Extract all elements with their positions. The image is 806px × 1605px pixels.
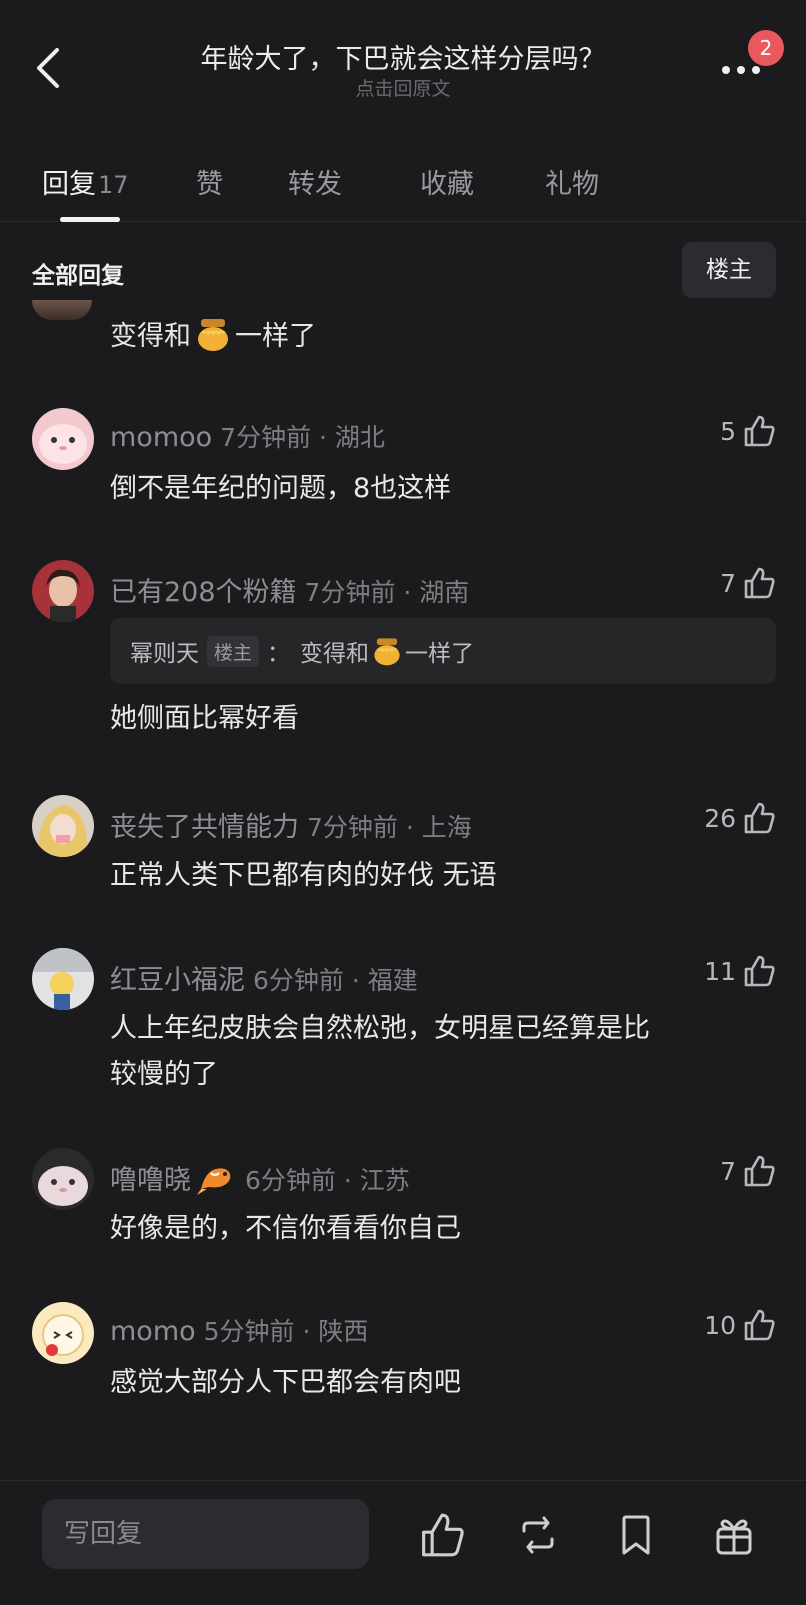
like-icon[interactable] — [418, 1511, 466, 1559]
quote-separator: ： — [267, 641, 291, 667]
username[interactable]: 已有208个粉籍 — [110, 577, 297, 608]
tab-reposts[interactable]: 转发 — [288, 162, 342, 201]
tab-bar: 回复17 赞 转发 收藏 礼物 — [0, 150, 806, 222]
timestamp-location: 6分钟前 · 福建 — [253, 966, 418, 995]
all-replies-label[interactable]: 全部回复 — [32, 256, 124, 290]
like-button[interactable]: 26 — [704, 801, 776, 835]
comment-text: 她侧面比幂好看 — [110, 703, 299, 734]
timestamp-location: 5分钟前 · 陕西 — [203, 1317, 369, 1346]
active-tab-indicator — [60, 217, 120, 222]
tab-gifts[interactable]: 礼物 — [545, 162, 599, 201]
username[interactable]: 丧失了共情能力 — [110, 812, 299, 843]
username[interactable]: momo — [110, 1316, 196, 1347]
thumbs-up-icon — [744, 415, 775, 447]
notification-badge[interactable]: 2 — [748, 30, 784, 66]
like-count: 10 — [704, 1310, 736, 1340]
tab-replies[interactable]: 回复17 — [42, 162, 129, 201]
comment-meta: 丧失了共情能力 7分钟前 · 上海 — [110, 805, 472, 844]
avatar[interactable] — [32, 408, 94, 470]
avatar[interactable] — [32, 560, 94, 622]
honey-pot-icon — [374, 638, 400, 666]
comment-text: 倒不是年纪的问题，8也这样 — [110, 473, 452, 504]
quoted-username: 幂则天 — [130, 641, 199, 667]
like-button[interactable]: 7 — [720, 1154, 776, 1188]
more-dots-icon — [722, 66, 760, 74]
like-count: 7 — [720, 1156, 736, 1186]
comment-meta: momo 5分钟前 · 陕西 — [110, 1312, 368, 1348]
comment-list: 变得和 一样了 momoo 7分钟前 · 湖北 5 倒不是年纪的问题，8也这样 已有… — [0, 300, 806, 1480]
like-count: 11 — [704, 956, 736, 986]
repost-icon[interactable] — [514, 1511, 562, 1559]
avatar[interactable] — [32, 795, 94, 857]
thumbs-up-icon — [744, 802, 775, 834]
timestamp-location: 7分钟前 · 湖南 — [304, 578, 470, 607]
comment-text: 感觉大部分人下巴都会有肉吧 — [110, 1367, 461, 1398]
username[interactable]: 红豆小福泥 — [110, 965, 245, 996]
page-title: 年龄大了，下巴就会这样分层吗？ — [200, 44, 606, 75]
like-button[interactable]: 5 — [720, 414, 776, 448]
bookmark-icon[interactable] — [612, 1511, 660, 1559]
timestamp-location: 7分钟前 · 上海 — [307, 813, 472, 842]
poster-only-filter-button[interactable]: 楼主 — [682, 242, 776, 298]
username[interactable]: 噜噜晓 — [110, 1165, 191, 1196]
quoted-reply[interactable]: 幂则天 楼主 ： 变得和 一样了 — [110, 618, 776, 684]
reply-input[interactable]: 写回复 — [42, 1499, 369, 1569]
honey-pot-icon — [198, 319, 228, 351]
top-bar: 年龄大了，下巴就会这样分层吗？ 点击回原文 2 — [0, 0, 806, 120]
comment-meta: 已有208个粉籍 7分钟前 · 湖南 — [110, 570, 469, 609]
like-button[interactable]: 7 — [720, 566, 776, 600]
like-count: 26 — [704, 803, 736, 833]
thumbs-up-icon — [744, 955, 775, 987]
timestamp-location: 7分钟前 · 湖北 — [220, 423, 385, 452]
poster-badge: 楼主 — [207, 635, 260, 667]
comment-text: 变得和 一样了 — [110, 314, 316, 353]
tab-replies-label: 回复 — [42, 169, 96, 200]
avatar[interactable] — [32, 1302, 94, 1364]
like-count: 7 — [720, 568, 736, 598]
quoted-text: 变得和 — [300, 641, 370, 667]
back-to-original-link[interactable]: 点击回原文 — [0, 74, 806, 101]
tab-replies-count: 17 — [98, 171, 129, 199]
comment-meta: momoo 7分钟前 · 湖北 — [110, 418, 385, 454]
username[interactable]: momoo — [110, 422, 212, 453]
filter-row: 全部回复 楼主 — [0, 240, 806, 300]
bottom-action-bar: 写回复 — [0, 1480, 806, 1605]
comment-meta: 红豆小福泥 6分钟前 · 福建 — [110, 958, 418, 997]
comment-text: 正常人类下巴都有肉的好伐 无语 — [110, 860, 497, 891]
tab-favorites[interactable]: 收藏 — [420, 162, 474, 201]
avatar[interactable] — [32, 1148, 94, 1210]
like-count: 5 — [720, 416, 736, 446]
thumbs-up-icon — [744, 1309, 775, 1341]
avatar[interactable] — [32, 948, 94, 1010]
comment-meta: 噜噜晓 6分钟前 · 江苏 — [110, 1158, 410, 1197]
comment-text: 好像是的，不信你看看你自己 — [110, 1213, 461, 1244]
gift-icon[interactable] — [710, 1511, 758, 1559]
like-button[interactable]: 11 — [704, 954, 776, 988]
avatar[interactable] — [32, 300, 92, 320]
timestamp-location: 6分钟前 · 江苏 — [245, 1166, 410, 1195]
like-button[interactable]: 10 — [704, 1308, 776, 1342]
thumbs-up-icon — [744, 1155, 775, 1187]
koi-fish-icon — [197, 1168, 231, 1195]
thumbs-up-icon — [744, 567, 775, 599]
tab-likes[interactable]: 赞 — [196, 162, 223, 201]
quoted-text: 一样了 — [405, 641, 475, 667]
comment-text: 人上年纪皮肤会自然松弛，女明星已经算是比 较慢的了 — [110, 1013, 650, 1090]
